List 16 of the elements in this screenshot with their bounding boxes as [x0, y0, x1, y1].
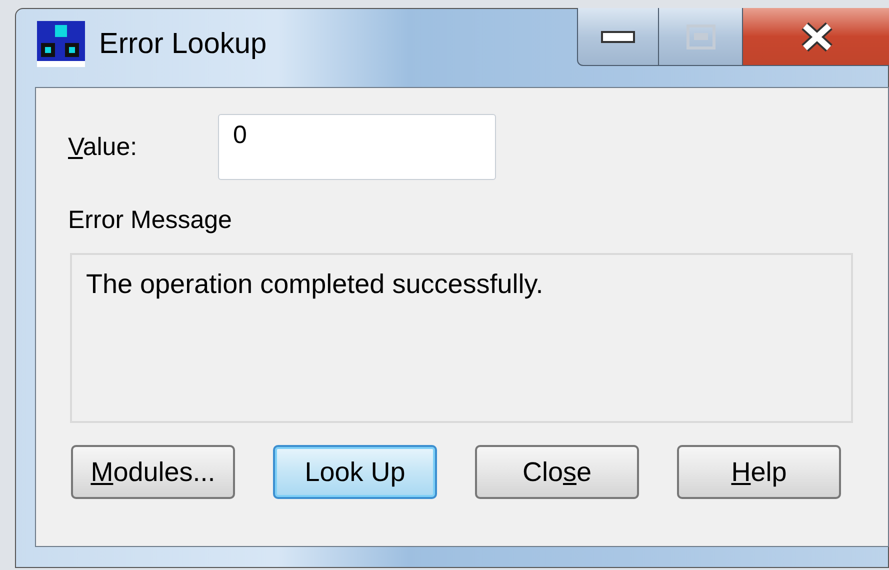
window-title: Error Lookup — [99, 28, 267, 60]
value-field[interactable]: 0 — [218, 114, 496, 180]
maximize-icon — [686, 24, 716, 50]
error-message-box: The operation completed successfully. — [70, 253, 853, 423]
minimize-button[interactable] — [577, 8, 659, 66]
app-icon — [37, 21, 85, 67]
value-label: Value: — [68, 132, 138, 162]
dialog-button[interactable]: Look Up — [273, 445, 437, 499]
dialog-button[interactable]: Help — [677, 445, 841, 499]
minimize-icon — [601, 30, 635, 42]
message-label: Error Message — [68, 206, 233, 235]
dialog-button[interactable]: Close — [475, 445, 639, 499]
maximize-button[interactable] — [659, 8, 743, 66]
close-window-button[interactable] — [743, 8, 889, 66]
close-icon — [800, 22, 834, 52]
dialog-button[interactable]: Modules... — [71, 445, 235, 499]
